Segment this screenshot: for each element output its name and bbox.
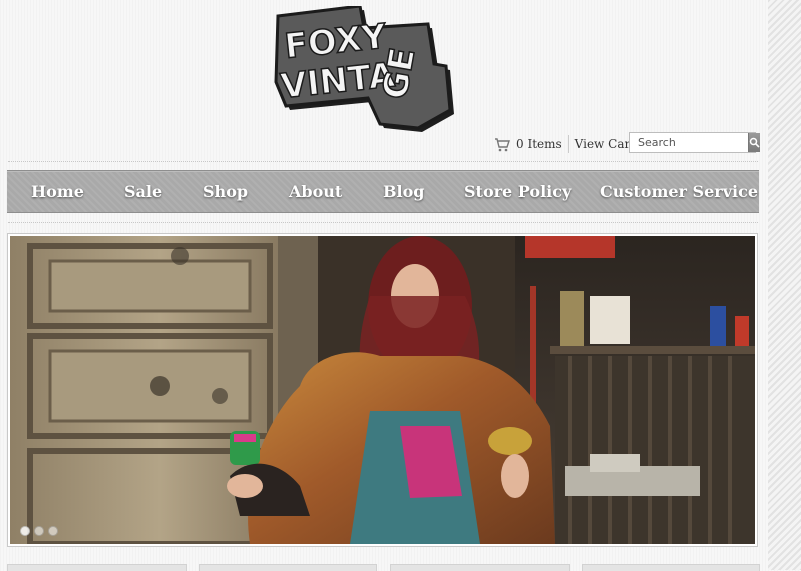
search-button[interactable] [748, 133, 760, 152]
site-logo[interactable]: FOXY VINTA GE [272, 6, 458, 138]
cart-divider [567, 135, 569, 153]
hero-slider[interactable] [7, 233, 758, 547]
header-divider [8, 161, 758, 162]
nav-item-customer-service[interactable]: Customer Service [600, 171, 758, 212]
nav-item-shop[interactable]: Shop [203, 171, 248, 212]
cart-icon[interactable] [494, 137, 510, 152]
slider-dot[interactable] [34, 526, 44, 536]
nav-item-sale[interactable]: Sale [124, 171, 162, 212]
hero-slide-image [10, 236, 755, 544]
cart-item-count: 0 Items [516, 137, 562, 151]
nav-item-about[interactable]: About [289, 171, 342, 212]
nav-divider [8, 222, 758, 223]
cart-summary: 0 Items View Cart [494, 132, 635, 156]
slider-dot[interactable] [20, 526, 30, 536]
search-input[interactable] [630, 133, 748, 152]
nav-item-blog[interactable]: Blog [383, 171, 424, 212]
nav-item-home[interactable]: Home [31, 171, 84, 212]
page-edge-stripe [768, 0, 801, 570]
slider-dot[interactable] [48, 526, 58, 536]
view-cart-link[interactable]: View Cart [575, 137, 635, 151]
nav-item-store-policy[interactable]: Store Policy [464, 171, 571, 212]
main-nav: Home Sale Shop About Blog Store Policy C… [7, 170, 759, 213]
search-form [629, 132, 760, 153]
slider-pagination [20, 526, 58, 536]
search-icon [749, 133, 760, 152]
